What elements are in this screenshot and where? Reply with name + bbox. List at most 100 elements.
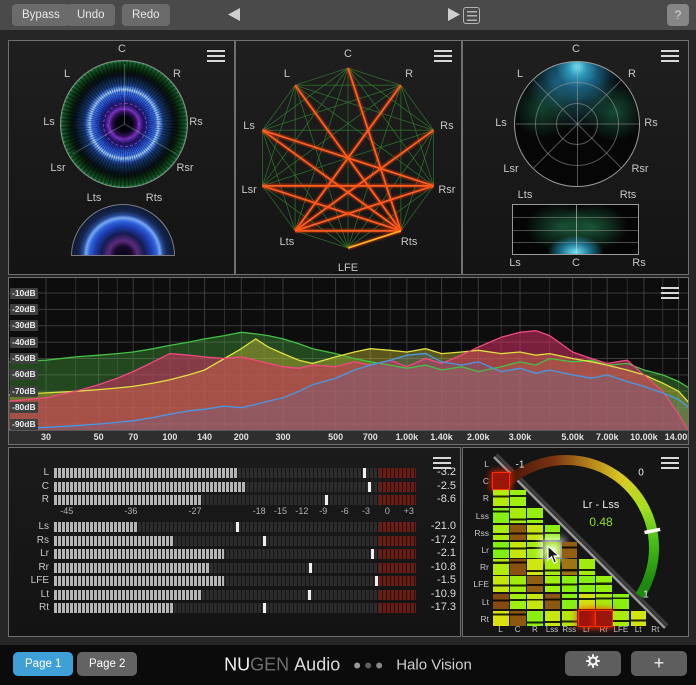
radar-label-R: R xyxy=(628,68,636,80)
svg-text:Rts: Rts xyxy=(401,236,418,248)
matrix-cell-Rt-R[interactable] xyxy=(527,611,543,627)
meter-label: Rs xyxy=(11,535,49,546)
freq-axis-label: 200 xyxy=(234,432,249,442)
meter-peak-tick xyxy=(309,563,312,573)
matrix-cell-Lr-L[interactable] xyxy=(493,542,509,558)
matrix-cell-LFE-Rss[interactable] xyxy=(562,576,578,592)
web-panel-menu-icon[interactable] xyxy=(434,50,452,62)
matrix-cell-Rss-Lss[interactable] xyxy=(545,525,561,541)
matrix-row-label: Lt xyxy=(465,597,489,607)
gauge-max-label: 1 xyxy=(643,590,649,601)
svg-text:C: C xyxy=(344,48,352,60)
playlist-icon[interactable] xyxy=(463,7,480,24)
matrix-cell-Rr-R[interactable] xyxy=(527,559,543,575)
matrix-cell-LFE-Lr[interactable] xyxy=(579,576,595,592)
bypass-button[interactable]: Bypass xyxy=(12,4,70,26)
play-icon[interactable] xyxy=(448,8,462,22)
matrix-row-label: Lss xyxy=(465,511,489,521)
matrix-cell-Rt-Lr[interactable] xyxy=(579,611,595,627)
svg-text:LFE: LFE xyxy=(338,262,358,274)
matrix-cell-Lt-R[interactable] xyxy=(527,594,543,610)
matrix-cell-Rt-Lt[interactable] xyxy=(631,611,647,627)
matrix-cell-Rr-L[interactable] xyxy=(493,559,509,575)
matrix-cell-Rt-Rss[interactable] xyxy=(562,611,578,627)
meter-row-Rs: Rs-17.2 xyxy=(9,536,460,546)
matrix-col-label: Rr xyxy=(595,625,612,634)
halo-label-C: C xyxy=(118,43,126,55)
matrix-selected-value: 0.48 xyxy=(589,515,612,529)
brand-nu: NU xyxy=(224,655,250,676)
matrix-cell-Rt-Rr[interactable] xyxy=(596,611,612,627)
meter-value: -1.5 xyxy=(416,574,456,586)
meters-panel-menu-icon[interactable] xyxy=(433,457,451,469)
matrix-cell-LFE-L[interactable] xyxy=(493,576,509,592)
matrix-row-label: Lr xyxy=(465,545,489,555)
freq-axis-label: 700 xyxy=(363,432,378,442)
matrix-cell-Lt-Lss[interactable] xyxy=(545,594,561,610)
matrix-cell-Lr-Rss[interactable] xyxy=(562,542,578,558)
db-axis-label: -80dB xyxy=(10,402,38,413)
add-module-button[interactable]: + xyxy=(631,651,687,676)
matrix-cell-Rr-Rss[interactable] xyxy=(562,559,578,575)
page1-button[interactable]: Page 1 xyxy=(13,652,73,676)
matrix-cell-Lt-C[interactable] xyxy=(510,594,526,610)
pano-bottom-label-Rs: Rs xyxy=(632,257,645,269)
matrix-row-label: Rss xyxy=(465,528,489,538)
matrix-cell-Rt-LFE[interactable] xyxy=(613,611,629,627)
matrix-cell-Lt-Rr[interactable] xyxy=(596,594,612,610)
matrix-cell-Rr-Lss[interactable] xyxy=(545,559,561,575)
matrix-cell-LFE-Lss[interactable] xyxy=(545,576,561,592)
matrix-cell-Rt-Lss[interactable] xyxy=(545,611,561,627)
matrix-cell-Lt-L[interactable] xyxy=(493,594,509,610)
meter-bar xyxy=(54,495,416,505)
help-button[interactable]: ? xyxy=(667,4,689,26)
matrix-cell-LFE-C[interactable] xyxy=(510,576,526,592)
halo-label-R: R xyxy=(173,68,181,80)
playlist-lines xyxy=(467,11,477,21)
radar-panel-menu-icon[interactable] xyxy=(661,50,679,62)
matrix-cell-C-L[interactable] xyxy=(493,473,509,489)
matrix-cell-Rss-C[interactable] xyxy=(510,525,526,541)
matrix-cell-Rr-Lr[interactable] xyxy=(579,559,595,575)
meter-peak-tick xyxy=(308,590,311,600)
meter-label: Lr xyxy=(11,548,49,559)
matrix-cell-Rss-L[interactable] xyxy=(493,525,509,541)
meter-value: -2.5 xyxy=(416,480,456,492)
meter-value: -10.8 xyxy=(416,561,456,573)
matrix-cell-LFE-R[interactable] xyxy=(527,576,543,592)
halo-label-Rsr: Rsr xyxy=(176,162,193,174)
svg-text:Lsr: Lsr xyxy=(241,184,257,196)
matrix-cell-Rt-C[interactable] xyxy=(510,611,526,627)
matrix-cell-Rr-C[interactable] xyxy=(510,559,526,575)
plus-icon: + xyxy=(654,653,665,674)
settings-button[interactable] xyxy=(565,651,621,676)
pano-bottom-label-Ls: Ls xyxy=(509,257,521,269)
freq-axis-label: 500 xyxy=(328,432,343,442)
meter-row-L: L-3.2 xyxy=(9,468,460,478)
undo-button[interactable]: Undo xyxy=(67,4,115,26)
spectrum-panel-menu-icon[interactable] xyxy=(661,287,679,299)
matrix-cell-Rt-L[interactable] xyxy=(493,611,509,627)
matrix-cell-Lt-Rss[interactable] xyxy=(562,594,578,610)
gear-icon xyxy=(585,653,601,674)
matrix-cell-Lr-C[interactable] xyxy=(510,542,526,558)
matrix-cell-Lt-LFE[interactable] xyxy=(613,594,629,610)
matrix-cell-Rss-R[interactable] xyxy=(527,525,543,541)
matrix-cell-Lss-C[interactable] xyxy=(510,508,526,524)
redo-button[interactable]: Redo xyxy=(122,4,170,26)
matrix-cell-R-L[interactable] xyxy=(493,490,509,506)
separator-dots xyxy=(354,662,382,668)
db-axis-label: -40dB xyxy=(10,337,38,348)
matrix-cell-Lt-Lr[interactable] xyxy=(579,594,595,610)
matrix-cell-Lr-Lss[interactable] xyxy=(545,542,561,558)
matrix-cell-Lss-L[interactable] xyxy=(493,508,509,524)
skip-back-icon[interactable] xyxy=(228,8,242,22)
matrix-cell-Lss-R[interactable] xyxy=(527,508,543,524)
matrix-cell-R-C[interactable] xyxy=(510,490,526,506)
matrix-cell-Lr-R[interactable] xyxy=(527,542,543,558)
page2-button[interactable]: Page 2 xyxy=(77,652,137,676)
matrix-cell-LFE-Rr[interactable] xyxy=(596,576,612,592)
matrix-panel-menu-icon[interactable] xyxy=(661,457,679,469)
svg-text:Ls: Ls xyxy=(243,120,255,132)
halo-panel-menu-icon[interactable] xyxy=(207,50,225,62)
